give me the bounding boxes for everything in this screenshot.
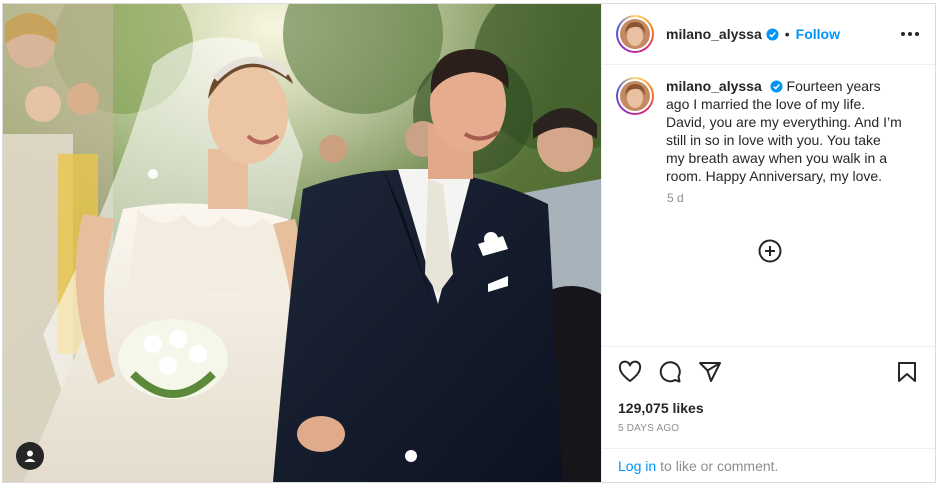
- caption-avatar[interactable]: [616, 77, 654, 115]
- post-header: milano_alyssa • Follow: [602, 4, 935, 65]
- separator-dot: •: [784, 26, 790, 42]
- save-button[interactable]: [895, 360, 919, 384]
- caption: milano_alyssa Fourteen years ago I marri…: [616, 77, 919, 185]
- verified-badge-icon: [766, 27, 779, 41]
- load-more-comments-button[interactable]: [758, 239, 782, 263]
- tagged-users-button[interactable]: [16, 442, 44, 470]
- plus-circle-icon: [758, 239, 782, 263]
- avatar[interactable]: [616, 15, 654, 53]
- login-link[interactable]: Log in: [618, 458, 656, 474]
- instagram-post: milano_alyssa • Follow milano_alyssa Fou…: [2, 3, 936, 483]
- caption-username[interactable]: milano_alyssa: [666, 78, 762, 94]
- paper-plane-icon: [699, 361, 721, 382]
- heart-icon: [618, 360, 642, 382]
- comment-bubble-icon: [659, 360, 681, 382]
- likes-count[interactable]: 129,075 likes: [602, 396, 935, 416]
- action-bar: [602, 346, 935, 396]
- caption-timestamp[interactable]: 5 d: [667, 191, 919, 205]
- caption-text: milano_alyssa Fourteen years ago I marri…: [666, 77, 902, 185]
- like-button[interactable]: [618, 360, 642, 384]
- wedding-photo-image: [3, 4, 601, 482]
- more-options-button[interactable]: [901, 32, 919, 36]
- more-options-icon: [901, 32, 905, 36]
- post-photo[interactable]: [3, 4, 601, 482]
- user-tag-icon: [24, 450, 36, 462]
- login-prompt: Log in to like or comment.: [602, 448, 935, 482]
- avatar-image: [620, 19, 650, 49]
- comment-button[interactable]: [658, 360, 682, 384]
- login-prompt-text: to like or comment.: [660, 457, 779, 474]
- post-date[interactable]: 5 DAYS AGO: [602, 416, 935, 434]
- comments-section: milano_alyssa Fourteen years ago I marri…: [602, 65, 935, 346]
- verified-badge-icon: [770, 80, 783, 93]
- follow-button[interactable]: Follow: [796, 26, 840, 42]
- bookmark-icon: [898, 361, 916, 382]
- share-button[interactable]: [698, 360, 722, 384]
- post-side-panel: milano_alyssa • Follow milano_alyssa Fou…: [601, 4, 935, 482]
- avatar-image: [620, 81, 650, 111]
- author-username[interactable]: milano_alyssa: [666, 26, 762, 42]
